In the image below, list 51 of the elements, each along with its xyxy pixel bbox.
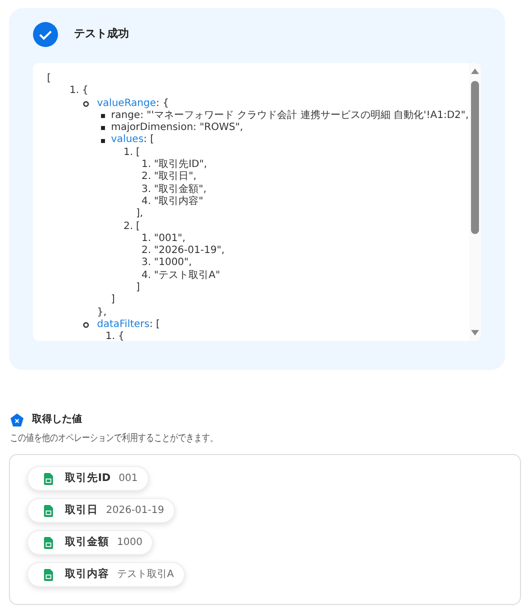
code-text: ]: [136, 282, 140, 294]
sheet-icon: [44, 568, 53, 580]
square-bullet-icon: [101, 138, 105, 143]
code-text: "2026-01-19",: [154, 245, 224, 258]
code-text: valueRange: {: [97, 98, 169, 110]
sheet-icon: [44, 536, 53, 548]
code-text: },: [97, 306, 107, 319]
code-text: range: "'マネーフォワード クラウド会計 連携サービスの明細 自動化'!A1:D2",: [111, 110, 469, 122]
code-text: "取引先ID",: [154, 159, 208, 171]
list-number: 1.: [140, 232, 151, 246]
code-text: "取引金額",: [154, 184, 206, 196]
code-text: {: [118, 331, 124, 341]
code-text: ],: [136, 208, 144, 221]
code-text: "取引内容": [154, 196, 204, 208]
list-number: 2.: [122, 220, 133, 233]
list-number: 3.: [140, 257, 151, 270]
list-number: 2.: [140, 171, 151, 184]
result-title: テスト成功: [74, 26, 129, 42]
code-text: "001",: [154, 232, 186, 246]
value-chip[interactable]: 取引先ID 001: [27, 466, 149, 491]
pentagon-icon: [10, 412, 24, 426]
list-number: 1.: [104, 331, 115, 341]
value-chip[interactable]: 取引日 2026-01-19: [27, 498, 176, 523]
square-bullet-icon: [101, 126, 105, 130]
list-number: 1.: [140, 159, 151, 172]
code-text: "取引日",: [154, 171, 196, 184]
code-text: [: [47, 73, 51, 86]
code-text: "テスト取引A": [154, 270, 220, 282]
value-chip[interactable]: 取引金額 1000: [27, 530, 154, 555]
code-text: dataFilters: [: [97, 318, 160, 331]
code-text: majorDimension: "ROWS",: [111, 122, 244, 134]
circle-bullet-icon: [83, 322, 89, 328]
code-text: [: [136, 146, 140, 160]
list-number: 1.: [122, 146, 133, 160]
sheet-icon: [44, 472, 53, 484]
section-description: この値を他のオペレーションで利用することができます。: [10, 432, 218, 446]
code-text: ]: [111, 294, 115, 307]
list-number: 4.: [140, 270, 151, 282]
code-text: values: [: [111, 134, 154, 147]
list-number: 1.: [68, 85, 79, 98]
code-text: {: [82, 85, 88, 98]
section-title: 取得した値: [32, 412, 82, 427]
list-number: 2.: [140, 245, 151, 258]
sheet-icon: [44, 504, 53, 516]
square-bullet-icon: [101, 114, 105, 118]
circle-bullet-icon: [83, 100, 89, 107]
code-text: [: [136, 220, 140, 233]
code-text: "1000",: [154, 257, 192, 270]
list-number: 4.: [140, 196, 151, 208]
value-chip[interactable]: 取引内容 テスト取引A: [27, 562, 185, 587]
list-number: 3.: [140, 184, 151, 196]
